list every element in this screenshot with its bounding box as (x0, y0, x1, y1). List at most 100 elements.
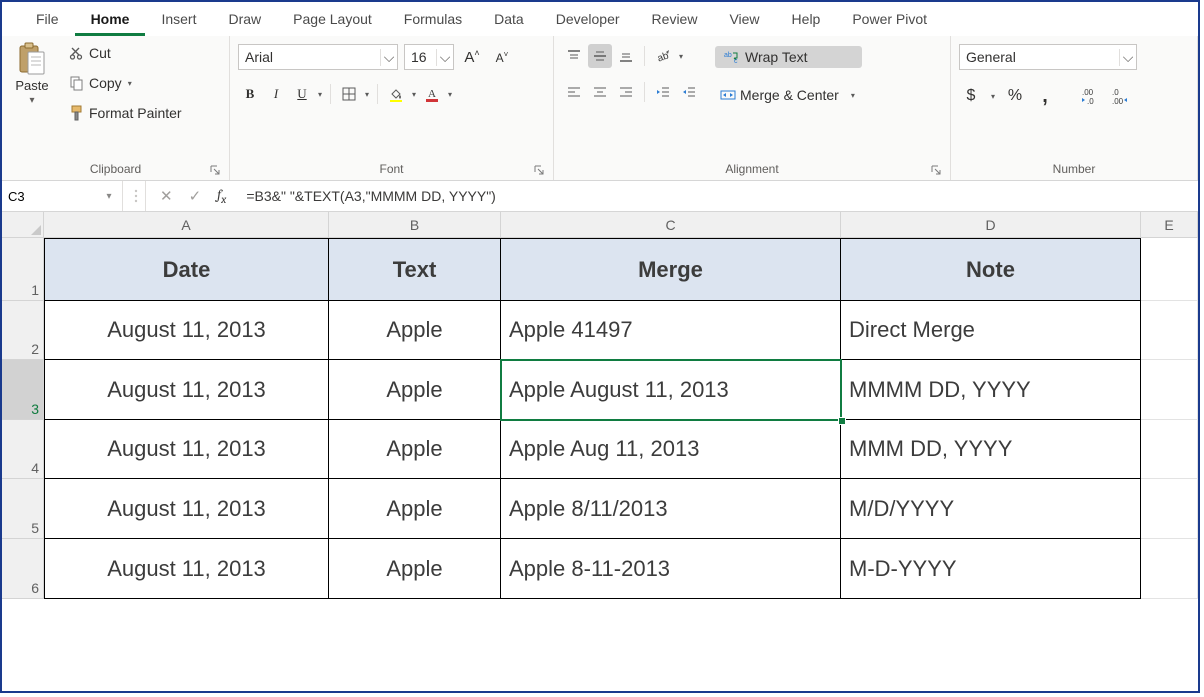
cell[interactable]: August 11, 2013 (44, 301, 329, 360)
cell[interactable]: Date (44, 238, 329, 301)
tab-review[interactable]: Review (636, 5, 714, 36)
cancel-formula-button[interactable]: ✕ (160, 187, 173, 205)
increase-font-size-button[interactable]: A˄ (460, 45, 484, 69)
chevron-down-icon[interactable]: ▾ (849, 91, 857, 100)
cell[interactable]: August 11, 2013 (44, 479, 329, 539)
column-header-C[interactable]: C (501, 212, 841, 238)
chevron-down-icon[interactable]: ▾ (363, 90, 371, 99)
merge-center-button[interactable]: Merge & Center ▾ (715, 84, 862, 106)
cell[interactable]: August 11, 2013 (44, 420, 329, 479)
cell[interactable]: Apple (329, 539, 501, 599)
dialog-launcher-icon[interactable] (930, 164, 942, 176)
chevron-down-icon[interactable]: ▾ (316, 90, 324, 99)
cut-button[interactable]: Cut (64, 42, 187, 64)
row-header-5[interactable]: 5 (2, 479, 44, 539)
dialog-launcher-icon[interactable] (209, 164, 221, 176)
column-header-D[interactable]: D (841, 212, 1141, 238)
chevron-down-icon[interactable]: ⌵ (380, 49, 397, 66)
cell[interactable]: Apple 8/11/2013 (501, 479, 841, 539)
currency-button[interactable]: $ (959, 84, 983, 108)
font-size-combo[interactable]: 16 ⌵ (404, 44, 454, 70)
insert-function-button[interactable]: fx (217, 186, 226, 206)
cell[interactable]: August 11, 2013 (44, 360, 329, 420)
cell[interactable] (1141, 360, 1198, 420)
cell[interactable]: Apple August 11, 2013 (501, 360, 841, 420)
underline-button[interactable]: U (290, 82, 314, 106)
enter-formula-button[interactable]: ✓ (189, 187, 202, 205)
row-header-6[interactable]: 6 (2, 539, 44, 599)
align-bottom-button[interactable] (614, 44, 638, 68)
align-center-button[interactable] (588, 80, 612, 104)
cell[interactable] (1141, 479, 1198, 539)
font-name-combo[interactable]: Arial ⌵ (238, 44, 398, 70)
borders-button[interactable] (337, 82, 361, 106)
wrap-text-button[interactable]: abc Wrap Text (715, 46, 862, 68)
row-header-1[interactable]: 1 (2, 238, 44, 301)
cell[interactable]: Merge (501, 238, 841, 301)
tab-power-pivot[interactable]: Power Pivot (836, 5, 943, 36)
formula-bar-options-icon[interactable] (127, 181, 146, 211)
decrease-font-size-button[interactable]: A˅ (490, 45, 514, 69)
row-header-3[interactable]: 3 (2, 360, 44, 420)
cell[interactable] (1141, 238, 1198, 301)
cell[interactable]: M-D-YYYY (841, 539, 1141, 599)
column-header-E[interactable]: E (1141, 212, 1198, 238)
cell[interactable]: Direct Merge (841, 301, 1141, 360)
tab-home[interactable]: Home (75, 5, 146, 36)
cell[interactable] (1141, 420, 1198, 479)
tab-insert[interactable]: Insert (145, 5, 212, 36)
cell[interactable]: August 11, 2013 (44, 539, 329, 599)
chevron-down-icon[interactable]: ⌵ (1119, 49, 1136, 66)
chevron-down-icon[interactable]: ⌵ (436, 49, 453, 66)
tab-formulas[interactable]: Formulas (388, 5, 478, 36)
cell[interactable]: Text (329, 238, 501, 301)
column-header-A[interactable]: A (44, 212, 329, 238)
name-box-input[interactable] (2, 189, 100, 204)
italic-button[interactable]: I (264, 82, 288, 106)
comma-style-button[interactable]: , (1033, 84, 1057, 108)
column-header-B[interactable]: B (329, 212, 501, 238)
chevron-down-icon[interactable]: ▾ (410, 90, 418, 99)
align-middle-button[interactable] (588, 44, 612, 68)
row-header-4[interactable]: 4 (2, 420, 44, 479)
cell[interactable]: Apple 41497 (501, 301, 841, 360)
decrease-indent-button[interactable] (651, 80, 675, 104)
cell[interactable]: Apple (329, 360, 501, 420)
increase-decimal-button[interactable]: .00.0 (1079, 84, 1103, 108)
chevron-down-icon[interactable]: ▾ (989, 92, 997, 101)
tab-page-layout[interactable]: Page Layout (277, 5, 388, 36)
format-painter-button[interactable]: Format Painter (64, 102, 187, 124)
decrease-decimal-button[interactable]: .0.00 (1109, 84, 1133, 108)
tab-draw[interactable]: Draw (212, 5, 277, 36)
chevron-down-icon[interactable]: ▾ (126, 79, 134, 88)
cell[interactable]: Apple (329, 301, 501, 360)
increase-indent-button[interactable] (677, 80, 701, 104)
row-header-2[interactable]: 2 (2, 301, 44, 360)
tab-developer[interactable]: Developer (540, 5, 636, 36)
orientation-button[interactable]: ab (651, 44, 675, 68)
select-all-corner[interactable] (2, 212, 44, 238)
fill-color-button[interactable] (384, 82, 408, 106)
percent-button[interactable]: % (1003, 84, 1027, 108)
formula-input[interactable] (240, 188, 1198, 204)
align-right-button[interactable] (614, 80, 638, 104)
cell[interactable] (1141, 301, 1198, 360)
bold-button[interactable]: B (238, 82, 262, 106)
align-left-button[interactable] (562, 80, 586, 104)
number-format-combo[interactable]: General ⌵ (959, 44, 1137, 70)
cell[interactable]: Note (841, 238, 1141, 301)
cell[interactable]: Apple Aug 11, 2013 (501, 420, 841, 479)
cell[interactable]: MMM DD, YYYY (841, 420, 1141, 479)
chevron-down-icon[interactable]: ▾ (677, 52, 685, 61)
tab-data[interactable]: Data (478, 5, 540, 36)
name-box[interactable]: ▾ (2, 181, 123, 211)
cell[interactable]: Apple 8-11-2013 (501, 539, 841, 599)
cell[interactable] (1141, 539, 1198, 599)
dialog-launcher-icon[interactable] (533, 164, 545, 176)
tab-view[interactable]: View (713, 5, 775, 36)
cell[interactable]: Apple (329, 479, 501, 539)
tab-help[interactable]: Help (776, 5, 837, 36)
chevron-down-icon[interactable]: ▾ (100, 191, 118, 202)
font-color-button[interactable]: A (420, 82, 444, 106)
copy-button[interactable]: Copy ▾ (64, 72, 187, 94)
